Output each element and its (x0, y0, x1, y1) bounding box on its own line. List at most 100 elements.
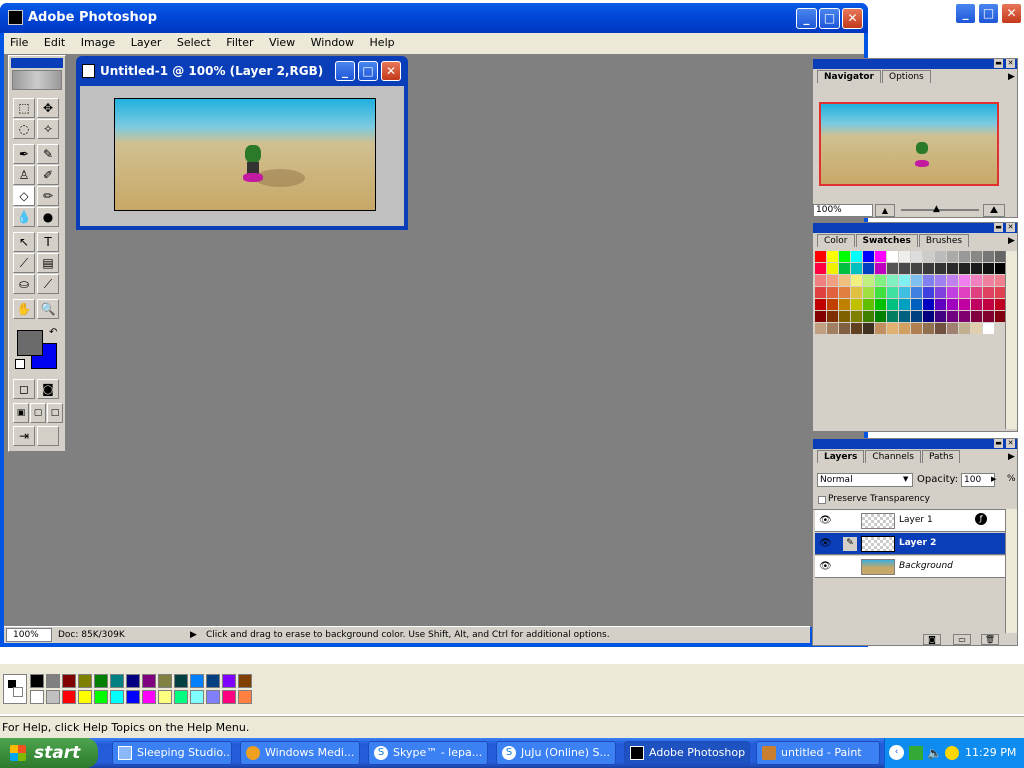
color-swatch[interactable] (839, 311, 850, 322)
color-swatch[interactable] (899, 311, 910, 322)
paint-color-swatch[interactable] (94, 690, 108, 704)
blur-tool-icon[interactable]: 💧 (13, 207, 35, 227)
ps-close-button[interactable]: ✕ (842, 8, 863, 29)
task-skype[interactable]: S Skype™ - lepa... (368, 741, 488, 765)
swatches-panel-close-icon[interactable]: ✕ (1006, 223, 1015, 232)
status-menu-arrow-icon[interactable]: ▶ (190, 627, 197, 643)
color-swatch[interactable] (899, 263, 910, 274)
zoom-out-icon[interactable]: ▲ (875, 204, 895, 217)
task-adobe-photoshop[interactable]: Adobe Photoshop (624, 741, 750, 765)
swatches-panel-minimize-icon[interactable]: ▬ (994, 223, 1003, 232)
color-swatch[interactable] (911, 263, 922, 274)
navigator-menu-arrow-icon[interactable]: ▶ (1008, 72, 1015, 82)
foreground-color-swatch[interactable] (17, 330, 43, 356)
move-tool-icon[interactable]: ✥ (37, 98, 59, 118)
color-swatch[interactable] (851, 251, 862, 262)
layer-row-background[interactable]: 👁 Background (815, 556, 1005, 578)
paint-color-swatch[interactable] (62, 674, 76, 688)
color-swatch[interactable] (971, 323, 982, 334)
paint-minimize-button[interactable]: _ (955, 3, 976, 24)
zoom-slider-thumb-icon[interactable]: ▲ (933, 204, 940, 214)
color-swatch[interactable] (959, 251, 970, 262)
paint-color-swatch[interactable] (158, 690, 172, 704)
opacity-arrow-icon[interactable]: ▶ (991, 475, 996, 483)
blend-mode-dropdown-icon[interactable]: ▼ (903, 475, 908, 483)
color-swatch[interactable] (839, 299, 850, 310)
color-swatch[interactable] (923, 287, 934, 298)
paintbrush-tool-icon[interactable]: ✎ (37, 144, 59, 164)
color-swatch[interactable] (875, 311, 886, 322)
jump-blank-icon[interactable] (37, 426, 59, 446)
image-canvas[interactable] (114, 98, 376, 211)
paint-color-swatch[interactable] (238, 674, 252, 688)
paint-color-swatch[interactable] (190, 674, 204, 688)
image-close-button[interactable]: ✕ (381, 61, 401, 81)
lasso-tool-icon[interactable]: ◌ (13, 119, 35, 139)
color-swatch[interactable] (911, 323, 922, 334)
screen-mode-menubar-icon[interactable]: ▢ (30, 403, 46, 423)
paint-color-swatch[interactable] (206, 690, 220, 704)
color-swatch[interactable] (887, 251, 898, 262)
zoom-slider[interactable] (901, 209, 979, 211)
menu-view[interactable]: View (263, 33, 301, 53)
gradient-tool-icon[interactable]: ▤ (37, 253, 59, 273)
pen-tool-icon[interactable]: ↖ (13, 232, 35, 252)
color-swatch[interactable] (923, 263, 934, 274)
paint-color-swatch[interactable] (206, 674, 220, 688)
task-sleeping-studio[interactable]: Sleeping Studio... (112, 741, 232, 765)
color-swatch[interactable] (839, 263, 850, 274)
pencil-tool-icon[interactable]: ✏ (37, 186, 59, 206)
network-icon[interactable] (909, 746, 923, 760)
jump-to-imageready-icon[interactable]: ⇥ (13, 426, 35, 446)
color-swatch[interactable] (983, 275, 994, 286)
layers-scrollbar[interactable] (1005, 509, 1017, 633)
menu-image[interactable]: Image (75, 33, 121, 53)
color-swatch[interactable] (947, 287, 958, 298)
color-swatch[interactable] (911, 275, 922, 286)
layer-visibility-eye-icon[interactable]: 👁 (819, 515, 832, 526)
color-swatch[interactable] (851, 275, 862, 286)
color-swatch[interactable] (959, 263, 970, 274)
tab-color[interactable]: Color (817, 234, 855, 247)
color-swatch[interactable] (875, 251, 886, 262)
task-windows-media[interactable]: Windows Medi... (240, 741, 360, 765)
color-swatch[interactable] (875, 263, 886, 274)
swatches-menu-arrow-icon[interactable]: ▶ (1008, 236, 1015, 246)
color-swatch[interactable] (971, 299, 982, 310)
layers-panel-minimize-icon[interactable]: ▬ (994, 439, 1003, 448)
color-swatch[interactable] (935, 251, 946, 262)
color-swatch[interactable] (863, 311, 874, 322)
color-swatch[interactable] (875, 299, 886, 310)
color-swatch[interactable] (851, 299, 862, 310)
color-swatch[interactable] (887, 263, 898, 274)
color-swatch[interactable] (911, 287, 922, 298)
color-swatch[interactable] (983, 311, 994, 322)
layer-row-layer1[interactable]: 👁 Layer 1 ƒ (815, 510, 1005, 532)
color-swatch[interactable] (863, 323, 874, 334)
color-swatch[interactable] (839, 275, 850, 286)
color-swatch[interactable] (947, 251, 958, 262)
color-swatch[interactable] (935, 323, 946, 334)
color-swatch[interactable] (851, 311, 862, 322)
paint-color-swatch[interactable] (190, 690, 204, 704)
color-swatch[interactable] (983, 299, 994, 310)
paint-color-swatch[interactable] (174, 674, 188, 688)
new-layer-icon[interactable]: ▭ (953, 634, 971, 645)
airbrush-tool-icon[interactable]: ✒ (13, 144, 35, 164)
color-swatch[interactable] (947, 275, 958, 286)
color-swatch[interactable] (887, 299, 898, 310)
color-swatch[interactable] (899, 251, 910, 262)
task-paint[interactable]: untitled - Paint (756, 741, 880, 765)
color-swatch[interactable] (875, 275, 886, 286)
color-swatch[interactable] (815, 299, 826, 310)
color-swatch[interactable] (947, 299, 958, 310)
color-swatch[interactable] (875, 323, 886, 334)
zoom-field[interactable]: 100% (6, 628, 52, 642)
default-colors-icon[interactable] (15, 359, 25, 369)
messenger-icon[interactable] (945, 746, 959, 760)
zoom-tool-icon[interactable]: 🔍 (37, 299, 59, 319)
paint-color-swatch[interactable] (46, 690, 60, 704)
tray-collapse-icon[interactable]: ‹ (889, 745, 904, 760)
paint-color-swatch[interactable] (30, 690, 44, 704)
blend-mode-select[interactable]: Normal (817, 473, 913, 487)
